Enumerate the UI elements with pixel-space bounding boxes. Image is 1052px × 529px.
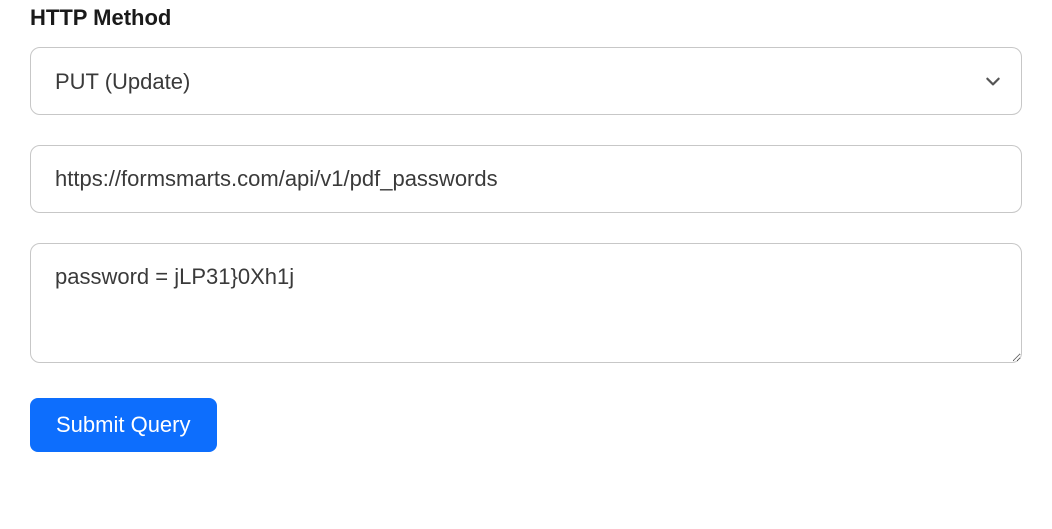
url-input[interactable] [30, 145, 1022, 213]
request-body-textarea[interactable]: password = jLP31}0Xh1j [30, 243, 1022, 363]
form-container: HTTP Method PUT (Update) password = jLP3… [0, 5, 1052, 452]
http-method-label: HTTP Method [30, 5, 1022, 31]
http-method-select[interactable]: PUT (Update) [30, 47, 1022, 115]
http-method-select-wrapper: PUT (Update) [30, 47, 1022, 115]
submit-query-button[interactable]: Submit Query [30, 398, 217, 452]
